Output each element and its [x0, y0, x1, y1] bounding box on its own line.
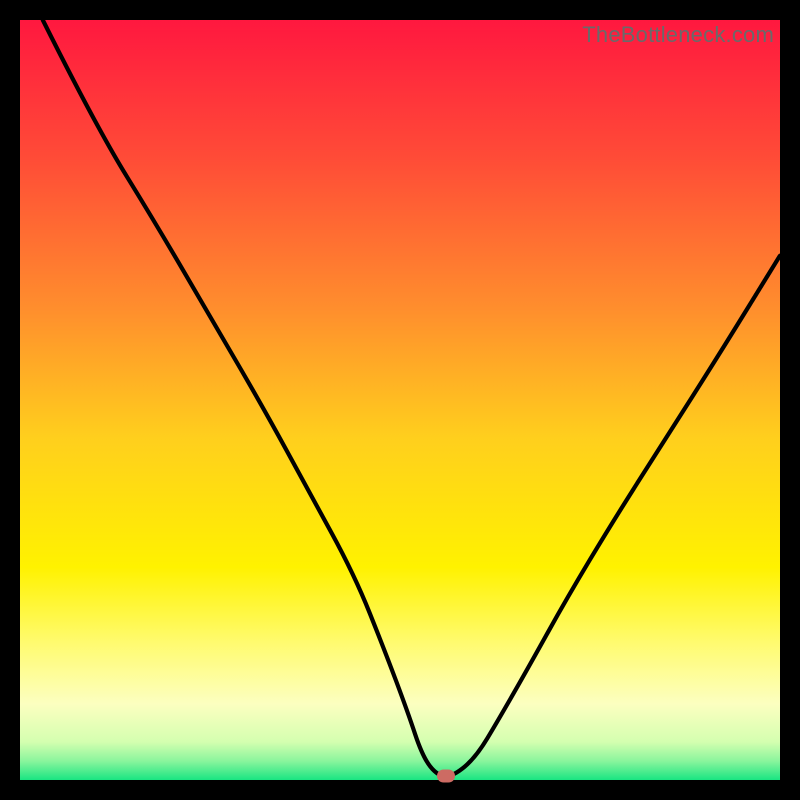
chart-svg	[20, 20, 780, 780]
optimal-point-marker	[437, 770, 455, 783]
watermark-text: TheBottleneck.com	[582, 22, 774, 48]
chart-background	[20, 20, 780, 780]
chart-frame: TheBottleneck.com	[20, 20, 780, 780]
